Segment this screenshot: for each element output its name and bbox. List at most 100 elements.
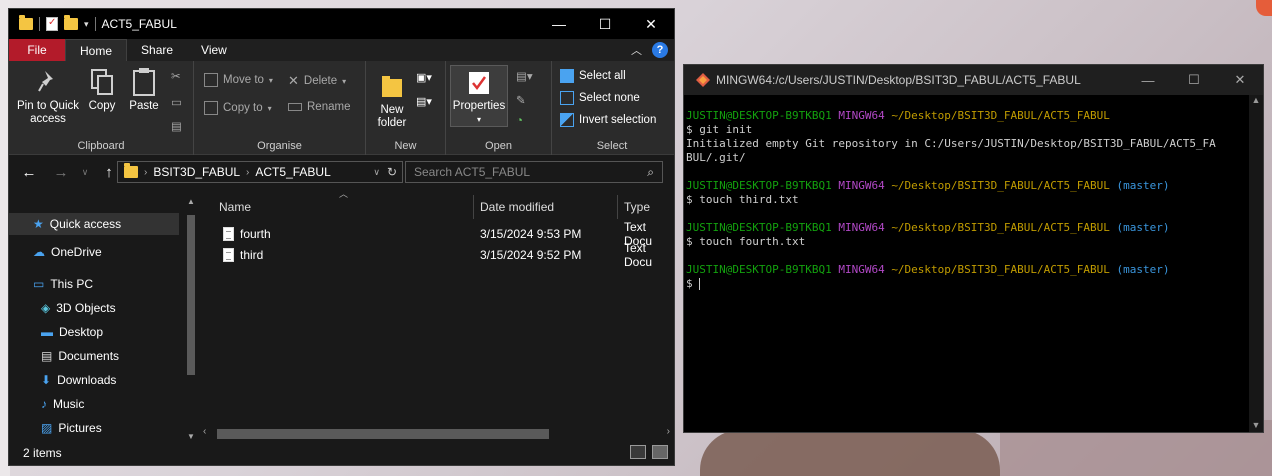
back-arrow-icon[interactable]: ←: [17, 164, 41, 181]
pin-quick-access-button[interactable]: Pin to Quick access: [13, 67, 83, 126]
open-label: Open: [485, 140, 512, 152]
breadcrumb-item[interactable]: BSIT3D_FABUL: [153, 165, 240, 179]
column-name[interactable]: Name: [219, 195, 251, 219]
copy-icon: [88, 67, 116, 97]
command-line: $ touch fourth.txt: [686, 235, 806, 248]
column-divider[interactable]: [617, 195, 618, 219]
breadcrumb-item[interactable]: ACT5_FABUL: [255, 165, 330, 179]
move-to-button[interactable]: Move to ▾: [204, 73, 273, 87]
close-button[interactable]: ✕: [628, 9, 674, 39]
prompt-shell: MINGW64: [838, 221, 885, 234]
text-file-icon: [223, 226, 234, 241]
nav-scrollbar[interactable]: ▲ ▼: [185, 197, 197, 441]
explorer-titlebar[interactable]: ▾ ACT5_FABUL — ☐ ✕: [9, 9, 674, 39]
invert-selection-label: Invert selection: [579, 114, 657, 126]
terminal-scrollbar[interactable]: ▲ ▼: [1249, 95, 1263, 432]
scrollbar-thumb[interactable]: [187, 215, 195, 375]
terminal-output[interactable]: JUSTIN@DESKTOP-B9TKBQ1 MINGW64 ~/Desktop…: [686, 109, 1247, 432]
nav-documents[interactable]: ▤ Documents: [9, 349, 119, 363]
new-folder-quick-icon[interactable]: [64, 15, 78, 30]
input-line[interactable]: $: [686, 277, 1247, 291]
prompt-user: JUSTIN@DESKTOP-B9TKBQ1: [686, 109, 832, 122]
folder-icon: [19, 15, 33, 30]
select-label: Select: [596, 140, 628, 152]
search-input[interactable]: Search ACT5_FABUL: [414, 165, 530, 179]
cut-icon[interactable]: ✂: [171, 69, 181, 83]
horizontal-scrollbar[interactable]: ‹ ›: [201, 425, 672, 441]
tab-share[interactable]: Share: [127, 39, 187, 61]
nav-this-pc[interactable]: ▭ This PC: [9, 277, 93, 291]
copy-button[interactable]: Copy: [85, 67, 119, 113]
tab-file[interactable]: File: [9, 39, 65, 61]
paste-button[interactable]: Paste: [125, 67, 163, 113]
music-icon: ♪: [41, 397, 47, 411]
recent-locations-icon[interactable]: ∨: [73, 167, 97, 178]
navigation-pane: ★ Quick access ☁ OneDrive ▭ This PC ◈ 3D…: [9, 191, 199, 441]
select-all-button[interactable]: Select all: [560, 69, 626, 83]
dropdown-icon: ▾: [476, 115, 481, 124]
new-folder-button[interactable]: New folder: [372, 71, 412, 130]
new-item-icon[interactable]: ▣▾: [416, 71, 432, 84]
copy-path-icon[interactable]: ▭: [171, 95, 182, 109]
properties-quick-icon[interactable]: [46, 17, 58, 31]
column-date-modified[interactable]: Date modified: [480, 195, 554, 219]
history-icon[interactable]: ◔: [516, 115, 523, 127]
prompt-line: JUSTIN@DESKTOP-B9TKBQ1 MINGW64 ~/Desktop…: [686, 221, 1247, 235]
minimize-button[interactable]: —: [536, 9, 582, 39]
nav-downloads[interactable]: ⬇ Downloads: [9, 373, 116, 387]
maximize-button[interactable]: ☐: [1171, 65, 1217, 95]
output-line: Initialized empty Git repository in C:/U…: [686, 137, 1216, 150]
nav-music[interactable]: ♪ Music: [9, 397, 84, 411]
delete-button[interactable]: ✕ Delete ▾: [288, 73, 346, 89]
terminal-titlebar[interactable]: MINGW64:/c/Users/JUSTIN/Desktop/BSIT3D_F…: [684, 65, 1263, 95]
scrollbar-thumb[interactable]: [217, 429, 549, 439]
scroll-up-icon[interactable]: ▲: [1249, 95, 1263, 105]
maximize-button[interactable]: ☐: [582, 9, 628, 39]
scroll-up-icon[interactable]: ▲: [185, 197, 197, 206]
search-box[interactable]: Search ACT5_FABUL ⌕: [405, 161, 663, 183]
move-to-label: Move to: [223, 74, 264, 86]
minimize-button[interactable]: —: [1125, 65, 1171, 95]
invert-selection-button[interactable]: Invert selection: [560, 113, 656, 127]
paste-shortcut-icon[interactable]: ▤: [171, 119, 182, 133]
tab-view[interactable]: View: [187, 39, 241, 61]
nav-label: Pictures: [58, 421, 102, 435]
open-icon[interactable]: ▤▾: [516, 69, 533, 83]
new-label: New: [394, 140, 417, 152]
prompt-user: JUSTIN@DESKTOP-B9TKBQ1: [686, 221, 832, 234]
nav-desktop[interactable]: ▬ Desktop: [9, 325, 103, 339]
nav-onedrive[interactable]: ☁ OneDrive: [9, 245, 102, 259]
tab-home[interactable]: Home: [65, 39, 128, 61]
scroll-down-icon[interactable]: ▼: [185, 432, 197, 441]
properties-button[interactable]: Properties ▾: [450, 65, 508, 127]
details-view-icon[interactable]: [630, 445, 646, 459]
close-button[interactable]: ✕: [1217, 65, 1263, 95]
nav-quick-access[interactable]: ★ Quick access: [9, 213, 179, 235]
large-icons-view-icon[interactable]: [652, 445, 668, 459]
select-none-button[interactable]: Select none: [560, 91, 640, 105]
nav-3d-objects[interactable]: ◈ 3D Objects: [9, 301, 116, 315]
scroll-left-icon[interactable]: ‹: [203, 426, 206, 437]
chevron-down-icon[interactable]: ∨: [373, 167, 380, 178]
table-row[interactable]: third 3/15/2024 9:52 PM Text Docu: [199, 241, 674, 269]
refresh-icon[interactable]: ↻: [387, 165, 397, 179]
table-row[interactable]: fourth 3/15/2024 9:53 PM Text Docu: [199, 220, 674, 248]
rename-button[interactable]: Rename: [288, 101, 350, 113]
easy-access-icon[interactable]: ▤▾: [416, 95, 432, 108]
chevron-right-icon: ›: [246, 166, 250, 178]
output-line: BUL/.git/: [686, 151, 746, 164]
rename-label: Rename: [307, 101, 351, 113]
scroll-right-icon[interactable]: ›: [667, 426, 670, 437]
collapse-ribbon-icon[interactable]: ︿: [631, 42, 642, 58]
nav-pictures[interactable]: ▨ Pictures: [9, 421, 102, 435]
column-divider[interactable]: [473, 195, 474, 219]
edit-icon[interactable]: ✎: [516, 93, 526, 107]
scroll-down-icon[interactable]: ▼: [1249, 420, 1263, 430]
clipboard-label: Clipboard: [77, 140, 125, 152]
address-bar[interactable]: › BSIT3D_FABUL › ACT5_FABUL ∨ ↻: [117, 161, 403, 183]
copy-to-button[interactable]: Copy to ▾: [204, 101, 272, 115]
help-icon[interactable]: ?: [652, 42, 668, 58]
customize-quick-access-icon[interactable]: ▾: [84, 19, 89, 30]
column-type[interactable]: Type: [624, 195, 650, 219]
forward-arrow-icon[interactable]: →: [49, 164, 73, 181]
